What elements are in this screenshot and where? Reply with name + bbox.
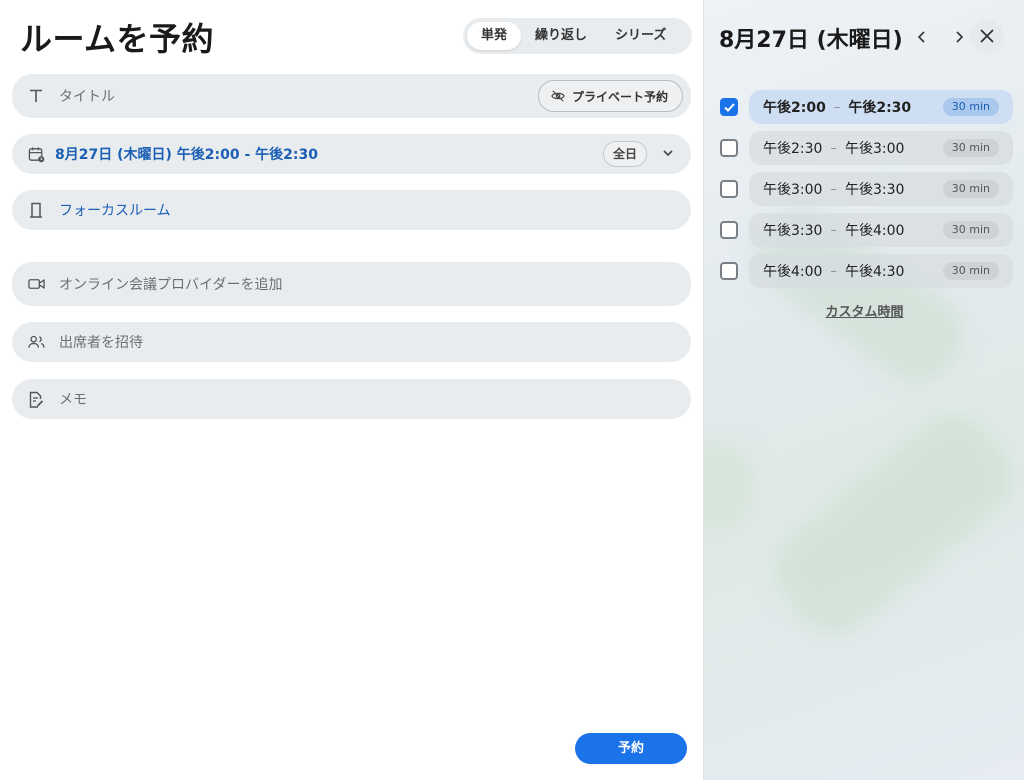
- door-icon: [27, 201, 45, 219]
- close-icon: [980, 29, 994, 43]
- slot-dash: –: [830, 140, 837, 156]
- slot-end-time: 午後4:00: [844, 223, 905, 239]
- custom-time-link[interactable]: カスタム時間: [704, 301, 1024, 320]
- conference-placeholder: オンライン会議プロバイダーを追加: [59, 277, 283, 293]
- slot-checkbox[interactable]: [720, 221, 738, 239]
- room-value: フォーカスルーム: [59, 203, 171, 219]
- tab-single[interactable]: 単発: [467, 22, 522, 50]
- time-slot: 午後4:00 – 午後4:30 30 min: [718, 254, 1013, 288]
- next-day-button[interactable]: [948, 26, 970, 48]
- slot-time-button[interactable]: 午後3:00 – 午後3:30 30 min: [749, 172, 1013, 206]
- calendar-clock-icon: [27, 145, 45, 163]
- tab-series[interactable]: シリーズ: [601, 22, 680, 50]
- duration-badge: 30 min: [942, 139, 999, 157]
- attendees-field[interactable]: 出席者を招待: [12, 322, 691, 362]
- background-blur: [704, 440, 754, 530]
- video-camera-icon: [27, 275, 45, 293]
- chevron-right-icon: [956, 31, 964, 43]
- title-field[interactable]: タイトル プライベート予約: [12, 74, 691, 118]
- datetime-field[interactable]: 8月27日 (木曜日) 午後2:00 - 午後2:30 全日: [12, 134, 691, 174]
- recurrence-segmented-control: 単発 繰り返し シリーズ: [463, 18, 692, 54]
- close-button[interactable]: [970, 19, 1004, 53]
- tab-recurring[interactable]: 繰り返し: [521, 22, 601, 50]
- attendees-placeholder: 出席者を招待: [59, 335, 143, 351]
- slot-checkbox[interactable]: [720, 180, 738, 198]
- eye-off-icon: [551, 90, 565, 102]
- duration-badge: 30 min: [942, 221, 999, 239]
- private-booking-button[interactable]: プライベート予約: [537, 80, 683, 112]
- slot-checkbox[interactable]: [720, 262, 738, 280]
- slot-checkbox[interactable]: [720, 98, 738, 116]
- chevron-left-icon: [917, 31, 925, 43]
- chevron-down-icon[interactable]: [661, 145, 675, 164]
- page-title: ルームを予約: [20, 20, 215, 58]
- previous-day-button[interactable]: [911, 26, 933, 48]
- slot-dash: –: [833, 99, 841, 115]
- time-slot-panel: 8月27日 (木曜日) 午後2:00 – 午後2:30 30 min 午後2:3…: [703, 0, 1024, 780]
- slot-start-time: 午後3:30: [763, 223, 823, 239]
- people-icon: [27, 333, 45, 351]
- time-slot: 午後2:30 – 午後3:00 30 min: [718, 131, 1013, 165]
- memo-placeholder: メモ: [59, 392, 87, 408]
- slot-end-time: 午後3:00: [844, 141, 905, 157]
- slot-start-time: 午後4:00: [763, 264, 823, 280]
- slot-end-time: 午後3:30: [844, 182, 905, 198]
- title-placeholder: タイトル: [59, 89, 115, 105]
- private-booking-label: プライベート予約: [571, 89, 668, 104]
- time-slot: 午後2:00 – 午後2:30 30 min: [718, 90, 1013, 124]
- time-slot: 午後3:30 – 午後4:00 30 min: [718, 213, 1013, 247]
- slot-dash: –: [830, 222, 837, 238]
- slot-start-time: 午後3:00: [763, 182, 823, 198]
- sidebar-date-title: 8月27日 (木曜日): [719, 28, 903, 53]
- time-slot: 午後3:00 – 午後3:30 30 min: [718, 172, 1013, 206]
- check-icon: [723, 102, 735, 112]
- slot-time-button[interactable]: 午後2:00 – 午後2:30 30 min: [749, 90, 1013, 124]
- slot-dash: –: [830, 181, 837, 197]
- slot-end-time: 午後2:30: [848, 100, 912, 116]
- text-icon: [27, 87, 45, 105]
- note-edit-icon: [27, 390, 45, 408]
- slot-end-time: 午後4:30: [844, 264, 905, 280]
- slot-time-button[interactable]: 午後3:30 – 午後4:00 30 min: [749, 213, 1013, 247]
- room-field[interactable]: フォーカスルーム: [12, 190, 691, 230]
- slot-checkbox[interactable]: [720, 139, 738, 157]
- slot-start-time: 午後2:00: [763, 100, 826, 116]
- slot-time-button[interactable]: 午後2:30 – 午後3:00 30 min: [749, 131, 1013, 165]
- slot-time-button[interactable]: 午後4:00 – 午後4:30 30 min: [749, 254, 1013, 288]
- conference-provider-field[interactable]: オンライン会議プロバイダーを追加: [12, 262, 691, 306]
- memo-field[interactable]: メモ: [12, 379, 691, 419]
- slot-dash: –: [830, 263, 837, 279]
- book-button[interactable]: 予約: [575, 733, 687, 764]
- duration-badge: 30 min: [942, 262, 999, 280]
- all-day-toggle[interactable]: 全日: [602, 141, 647, 167]
- duration-badge: 30 min: [942, 180, 999, 198]
- background-blur: [759, 399, 1024, 651]
- slot-start-time: 午後2:30: [763, 141, 823, 157]
- duration-badge: 30 min: [942, 98, 999, 116]
- datetime-value: 8月27日 (木曜日) 午後2:00 - 午後2:30: [55, 147, 318, 163]
- booking-form-panel: ルームを予約 単発 繰り返し シリーズ タイトル プライベート予約 8月27日 …: [0, 0, 703, 780]
